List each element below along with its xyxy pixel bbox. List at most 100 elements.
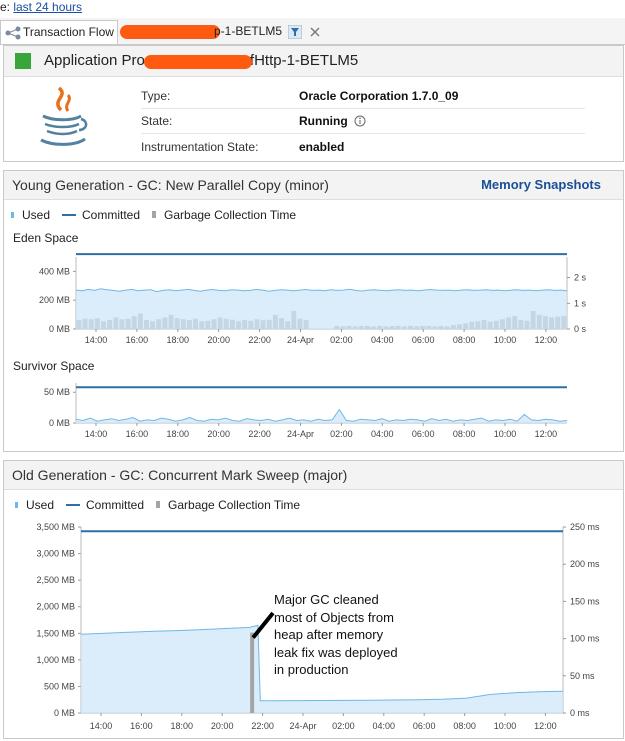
close-icon[interactable] bbox=[309, 26, 321, 38]
y2-tick-label: 250 ms bbox=[570, 522, 600, 532]
x-tick-label: 22:00 bbox=[248, 429, 271, 439]
flow-icon bbox=[5, 26, 21, 40]
gc-swatch bbox=[156, 501, 161, 509]
time-range-link[interactable]: last 24 hours bbox=[13, 0, 82, 14]
y-tick-label: 2,000 MB bbox=[36, 602, 75, 612]
used-swatch bbox=[11, 211, 14, 218]
used-area bbox=[76, 288, 567, 329]
redaction-mark bbox=[144, 55, 252, 69]
y-tick-label: 3,000 MB bbox=[36, 549, 75, 559]
java-logo-icon bbox=[40, 86, 88, 146]
legend-used[interactable]: Used bbox=[22, 208, 50, 222]
instrumentation-label: Instrumentation State: bbox=[141, 140, 259, 154]
gc-bar bbox=[250, 632, 255, 713]
annotation-callout: Major GC cleaned most of Objects from he… bbox=[274, 591, 398, 679]
x-tick-label: 02:00 bbox=[330, 429, 353, 439]
x-tick-label: 24-Apr bbox=[289, 721, 316, 731]
y2-tick-label: 150 ms bbox=[570, 596, 600, 606]
x-tick-label: 12:00 bbox=[535, 335, 558, 345]
y2-tick-label: 0 s bbox=[574, 324, 587, 334]
row-divider bbox=[141, 108, 585, 109]
x-tick-label: 06:00 bbox=[412, 429, 435, 439]
y-tick-label: 500 MB bbox=[44, 681, 75, 691]
y-tick-label: 0 MB bbox=[49, 324, 70, 334]
legend-gc[interactable]: Garbage Collection Time bbox=[164, 208, 296, 222]
tab-transaction-flow[interactable]: Transaction Flow bbox=[0, 20, 118, 44]
x-tick-label: 14:00 bbox=[90, 721, 113, 731]
legend-committed[interactable]: Committed bbox=[82, 208, 140, 222]
y2-tick-label: 200 ms bbox=[570, 559, 600, 569]
x-tick-label: 16:00 bbox=[126, 335, 149, 345]
x-tick-label: 14:00 bbox=[85, 335, 108, 345]
instrumentation-value: enabled bbox=[299, 140, 345, 154]
young-generation-header: Young Generation - GC: New Parallel Copy… bbox=[4, 171, 623, 200]
y-tick-label: 50 MB bbox=[44, 387, 70, 397]
application-header: Application Pro fHttp-1-BETLM5 bbox=[4, 46, 623, 77]
committed-swatch bbox=[66, 503, 81, 506]
tab-transaction[interactable]: p-1-BETLM5 bbox=[118, 20, 330, 43]
survivor-space-chart: 0 MB 50 MB 14:00 16:00 18:00 20:00 22:00 24-Apr… bbox=[44, 383, 568, 439]
x-tick-label: 04:00 bbox=[371, 429, 394, 439]
x-tick-label: 08:00 bbox=[453, 721, 476, 731]
x-tick-label: 04:00 bbox=[373, 721, 396, 731]
young-generation-panel: Young Generation - GC: New Parallel Copy… bbox=[3, 170, 624, 452]
state-value: Running bbox=[299, 114, 348, 128]
tab-label: p-1-BETLM5 bbox=[214, 24, 283, 38]
annotation-line: heap after memory bbox=[274, 627, 384, 643]
x-tick-label: 10:00 bbox=[494, 335, 517, 345]
tab-label: Transaction Flow bbox=[23, 25, 114, 39]
info-icon[interactable] bbox=[354, 115, 366, 127]
x-tick-label: 24-Apr bbox=[287, 335, 314, 345]
y-tick-label: 0 MB bbox=[54, 708, 75, 718]
application-panel: Application Pro fHttp-1-BETLM5 Type: Orac… bbox=[3, 45, 624, 162]
x-tick-label: 16:00 bbox=[130, 721, 153, 731]
x-tick-label: 02:00 bbox=[332, 721, 355, 731]
x-tick-label: 12:00 bbox=[534, 721, 557, 731]
x-tick-label: 08:00 bbox=[453, 429, 476, 439]
annotation-line: most of Objects from bbox=[274, 609, 394, 625]
filter-icon[interactable] bbox=[288, 25, 302, 39]
y-tick-label: 400 MB bbox=[39, 266, 70, 276]
x-tick-label: 24-Apr bbox=[287, 429, 314, 439]
x-tick-label: 18:00 bbox=[167, 335, 190, 345]
old-legend: Used Committed Garbage Collection Time bbox=[15, 497, 300, 512]
gc-swatch bbox=[152, 211, 157, 219]
x-tick-label: 20:00 bbox=[207, 429, 230, 439]
status-indicator bbox=[15, 53, 31, 69]
y2-tick-label: 2 s bbox=[574, 273, 587, 283]
annotation-line: Major GC cleaned bbox=[274, 592, 379, 607]
legend-used[interactable]: Used bbox=[26, 498, 54, 512]
young-legend: Used Committed Garbage Collection Time bbox=[11, 207, 296, 222]
tab-bar: Transaction Flow p-1-BETLM5 bbox=[0, 18, 625, 45]
x-tick-label: 14:00 bbox=[85, 429, 108, 439]
title-part: Application Pro bbox=[44, 52, 145, 69]
y2-tick-label: 0 ms bbox=[570, 708, 590, 718]
x-tick-label: 10:00 bbox=[494, 429, 517, 439]
x-tick-label: 18:00 bbox=[171, 721, 194, 731]
state-label: State: bbox=[141, 114, 173, 128]
legend-committed[interactable]: Committed bbox=[86, 498, 144, 512]
used-line bbox=[75, 408, 568, 422]
x-tick-label: 20:00 bbox=[211, 721, 234, 731]
title-part: fHttp-1-BETLM5 bbox=[249, 52, 359, 69]
y-tick-label: 200 MB bbox=[39, 295, 70, 305]
y-tick-label: 0 MB bbox=[49, 418, 70, 428]
annotation-line: leak fix was deployed bbox=[274, 644, 398, 660]
eden-space-chart: 0 MB 200 MB 400 MB 14:00 16:00 18:00 20:00 22:0… bbox=[39, 253, 587, 345]
x-tick-label: 06:00 bbox=[412, 335, 435, 345]
x-tick-label: 18:00 bbox=[167, 429, 190, 439]
x-tick-label: 08:00 bbox=[453, 335, 476, 345]
y2-tick-label: 1 s bbox=[574, 298, 587, 308]
y2-tick-label: 100 ms bbox=[570, 634, 600, 644]
x-tick-label: 06:00 bbox=[413, 721, 436, 731]
row-divider bbox=[141, 133, 585, 134]
x-tick-label: 22:00 bbox=[251, 721, 274, 731]
x-tick-label: 20:00 bbox=[207, 335, 230, 345]
y2-tick-label: 50 ms bbox=[570, 671, 595, 681]
x-tick-label: 16:00 bbox=[126, 429, 149, 439]
memory-snapshots-link[interactable]: Memory Snapshots bbox=[481, 177, 601, 192]
x-tick-label: 10:00 bbox=[494, 721, 517, 731]
used-swatch bbox=[15, 501, 18, 508]
legend-gc[interactable]: Garbage Collection Time bbox=[168, 498, 300, 512]
used-area bbox=[76, 409, 567, 423]
